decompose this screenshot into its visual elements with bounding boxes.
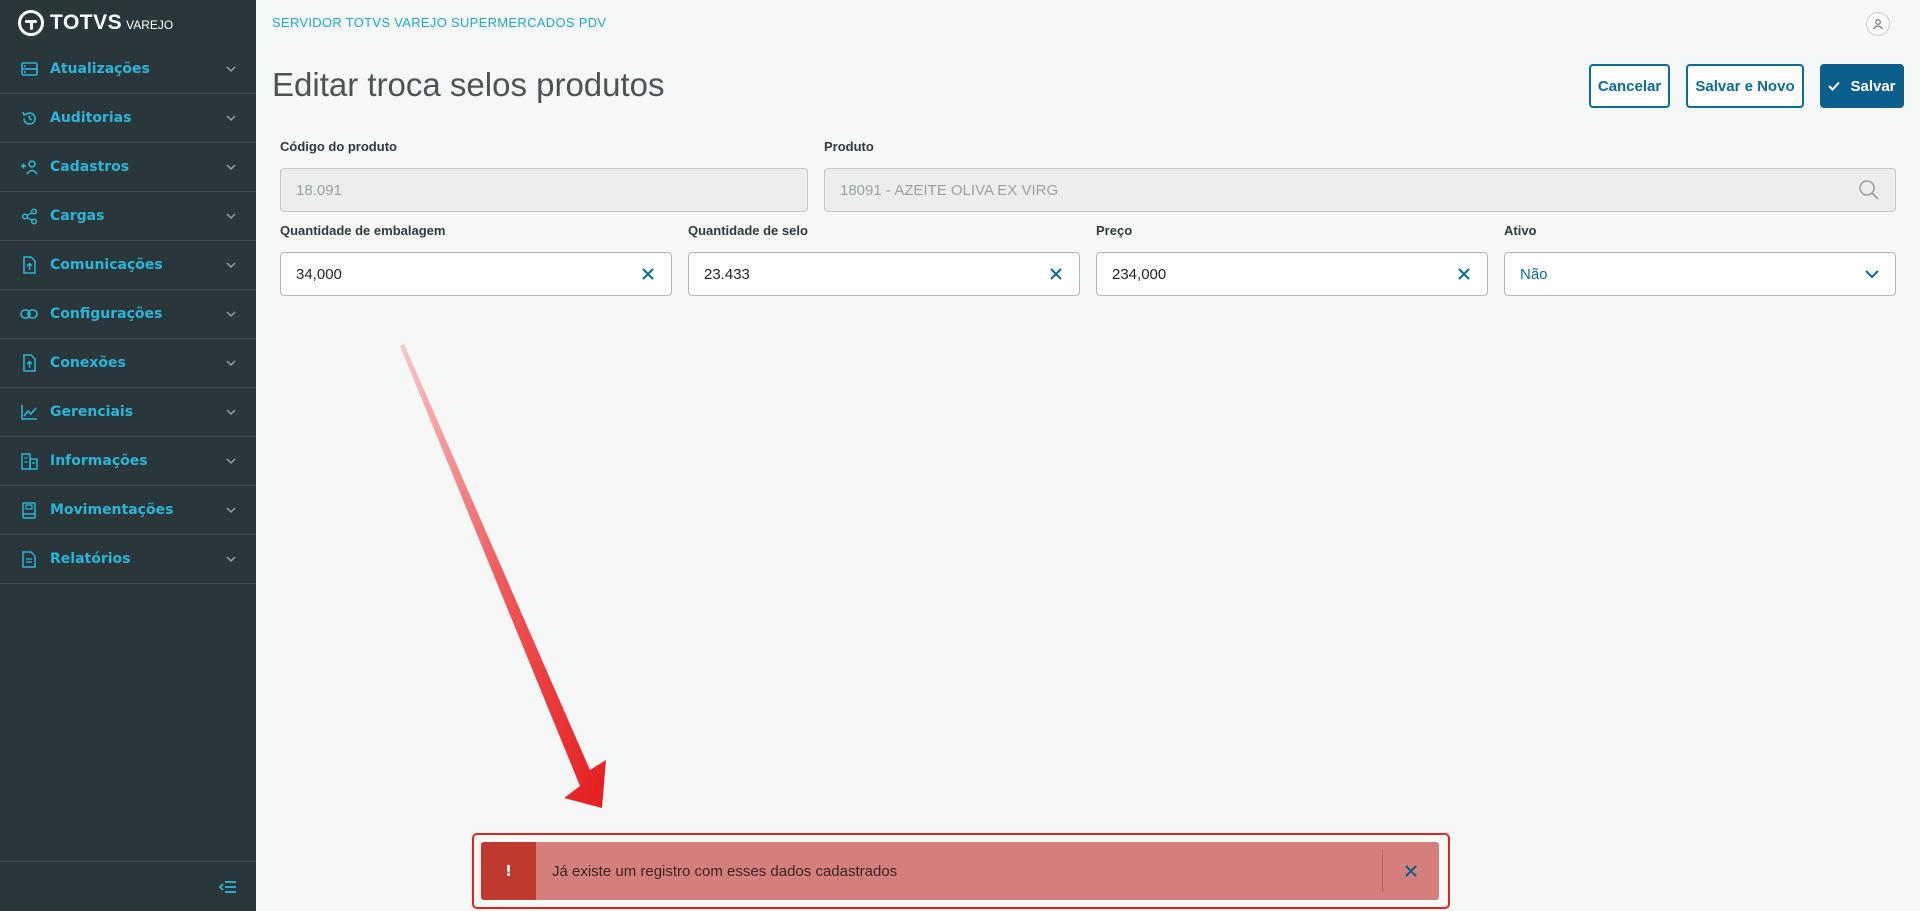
toast-message: Já existe um registro com esses dados ca… (552, 862, 898, 880)
sidebar-item-label: Configurações (50, 306, 163, 322)
server-title: SERVIDOR TOTVS VAREJO SUPERMERCADOS PDV (272, 15, 607, 30)
chevron-down-icon (226, 115, 236, 122)
file-upload-icon (20, 354, 38, 372)
user-icon (1873, 19, 1883, 30)
totvs-logo-icon (18, 9, 44, 36)
sidebar-item-label: Gerenciais (50, 404, 134, 420)
chevron-down-icon (226, 458, 236, 465)
preco-label: Preço (1096, 223, 1133, 238)
sidebar-item-label: Movimentações (50, 502, 174, 518)
preco-input[interactable]: 234,000 (1096, 252, 1488, 296)
sidebar-item-configuracoes[interactable]: Configurações (0, 290, 256, 339)
close-icon (1405, 865, 1417, 877)
link-icon (20, 305, 38, 323)
sidebar-item-label: Cargas (50, 208, 105, 224)
file-exchange-icon (20, 256, 38, 274)
collapse-menu-icon[interactable] (218, 877, 238, 897)
annotation-arrow (400, 344, 606, 808)
save-and-new-button[interactable]: Salvar e Novo (1686, 64, 1804, 108)
clear-icon[interactable] (640, 266, 656, 282)
qtd-selo-value: 23.433 (704, 265, 750, 283)
sidebar-item-conexoes[interactable]: Conexões (0, 339, 256, 388)
chevron-down-icon (226, 360, 236, 367)
sidebar-item-informacoes[interactable]: Informações (0, 437, 256, 486)
server-icon (20, 60, 38, 78)
qtd-selo-input[interactable]: 23.433 (688, 252, 1080, 296)
sidebar-item-label: Relatórios (50, 551, 131, 567)
sidebar-footer (0, 861, 256, 911)
save-and-new-button-label: Salvar e Novo (1695, 77, 1795, 95)
sidebar-item-comunicacoes[interactable]: Comunicações (0, 241, 256, 290)
cancel-button[interactable]: Cancelar (1589, 64, 1670, 108)
save-button-label: Salvar (1850, 77, 1896, 95)
chevron-down-icon (226, 311, 236, 318)
codigo-produto-value: 18.091 (296, 181, 342, 199)
qtd-embalagem-value: 34,000 (296, 265, 342, 283)
document-icon (20, 550, 38, 568)
ativo-label: Ativo (1504, 223, 1537, 238)
chevron-down-icon (226, 409, 236, 416)
sidebar-item-label: Atualizações (50, 61, 150, 77)
brand-name: TOTVS (50, 10, 123, 34)
chevron-down-icon (226, 66, 236, 73)
page-title: Editar troca selos produtos (272, 66, 665, 103)
produto-lookup-input: 18091 - AZEITE OLIVA EX VIRG (824, 168, 1896, 212)
sidebar-item-label: Cadastros (50, 159, 130, 175)
sidebar-item-auditorias[interactable]: Auditorias (0, 94, 256, 143)
sidebar-menu: Atualizações Auditorias Cadastros Cargas (0, 45, 256, 584)
save-button[interactable]: Salvar (1820, 64, 1904, 108)
book-icon (20, 501, 38, 519)
qtd-embalagem-input[interactable]: 34,000 (280, 252, 672, 296)
sidebar-item-cadastros[interactable]: Cadastros (0, 143, 256, 192)
chevron-down-icon (226, 262, 236, 269)
toast-close-button[interactable] (1383, 842, 1439, 900)
sidebar-item-cargas[interactable]: Cargas (0, 192, 256, 241)
error-icon: ! (481, 842, 536, 900)
brand-sub: VAREJO (126, 17, 174, 32)
share-icon (20, 207, 38, 225)
chevron-down-icon (1865, 270, 1879, 279)
chart-icon (20, 403, 38, 421)
qtd-embalagem-label: Quantidade de embalagem (280, 223, 446, 238)
history-icon (20, 109, 38, 127)
building-icon (20, 452, 38, 470)
sidebar-item-label: Informações (50, 453, 148, 469)
chevron-down-icon (226, 164, 236, 171)
sidebar-item-relatorios[interactable]: Relatórios (0, 535, 256, 584)
chevron-down-icon (226, 507, 236, 514)
sidebar-item-gerenciais[interactable]: Gerenciais (0, 388, 256, 437)
error-toast: ! Já existe um registro com esses dados … (481, 842, 1439, 900)
codigo-produto-input: 18.091 (280, 168, 808, 212)
check-icon (1828, 81, 1841, 91)
clear-icon[interactable] (1048, 266, 1064, 282)
sidebar-item-label: Comunicações (50, 257, 163, 273)
codigo-label: Código do produto (280, 139, 397, 154)
produto-label: Produto (824, 139, 874, 154)
totvs-logo[interactable]: TOTVS VAREJO (0, 0, 256, 45)
add-user-icon (20, 158, 38, 176)
cancel-button-label: Cancelar (1597, 77, 1662, 95)
chevron-down-icon (226, 213, 236, 220)
preco-value: 234,000 (1112, 265, 1167, 283)
sidebar-item-movimentacoes[interactable]: Movimentações (0, 486, 256, 535)
sidebar-item-atualizacoes[interactable]: Atualizações (0, 45, 256, 94)
ativo-select[interactable]: Não (1504, 252, 1896, 296)
ativo-value: Não (1520, 265, 1548, 283)
produto-value: 18091 - AZEITE OLIVA EX VIRG (840, 181, 1059, 199)
sidebar: TOTVS VAREJO Atualizações Auditorias Cad… (0, 0, 256, 911)
sidebar-item-label: Auditorias (50, 110, 132, 126)
chevron-down-icon (226, 556, 236, 563)
qtd-selo-label: Quantidade de selo (688, 223, 808, 238)
search-icon (1859, 180, 1879, 200)
user-profile-button[interactable] (1866, 12, 1890, 36)
clear-icon[interactable] (1456, 266, 1472, 282)
sidebar-item-label: Conexões (50, 355, 126, 371)
